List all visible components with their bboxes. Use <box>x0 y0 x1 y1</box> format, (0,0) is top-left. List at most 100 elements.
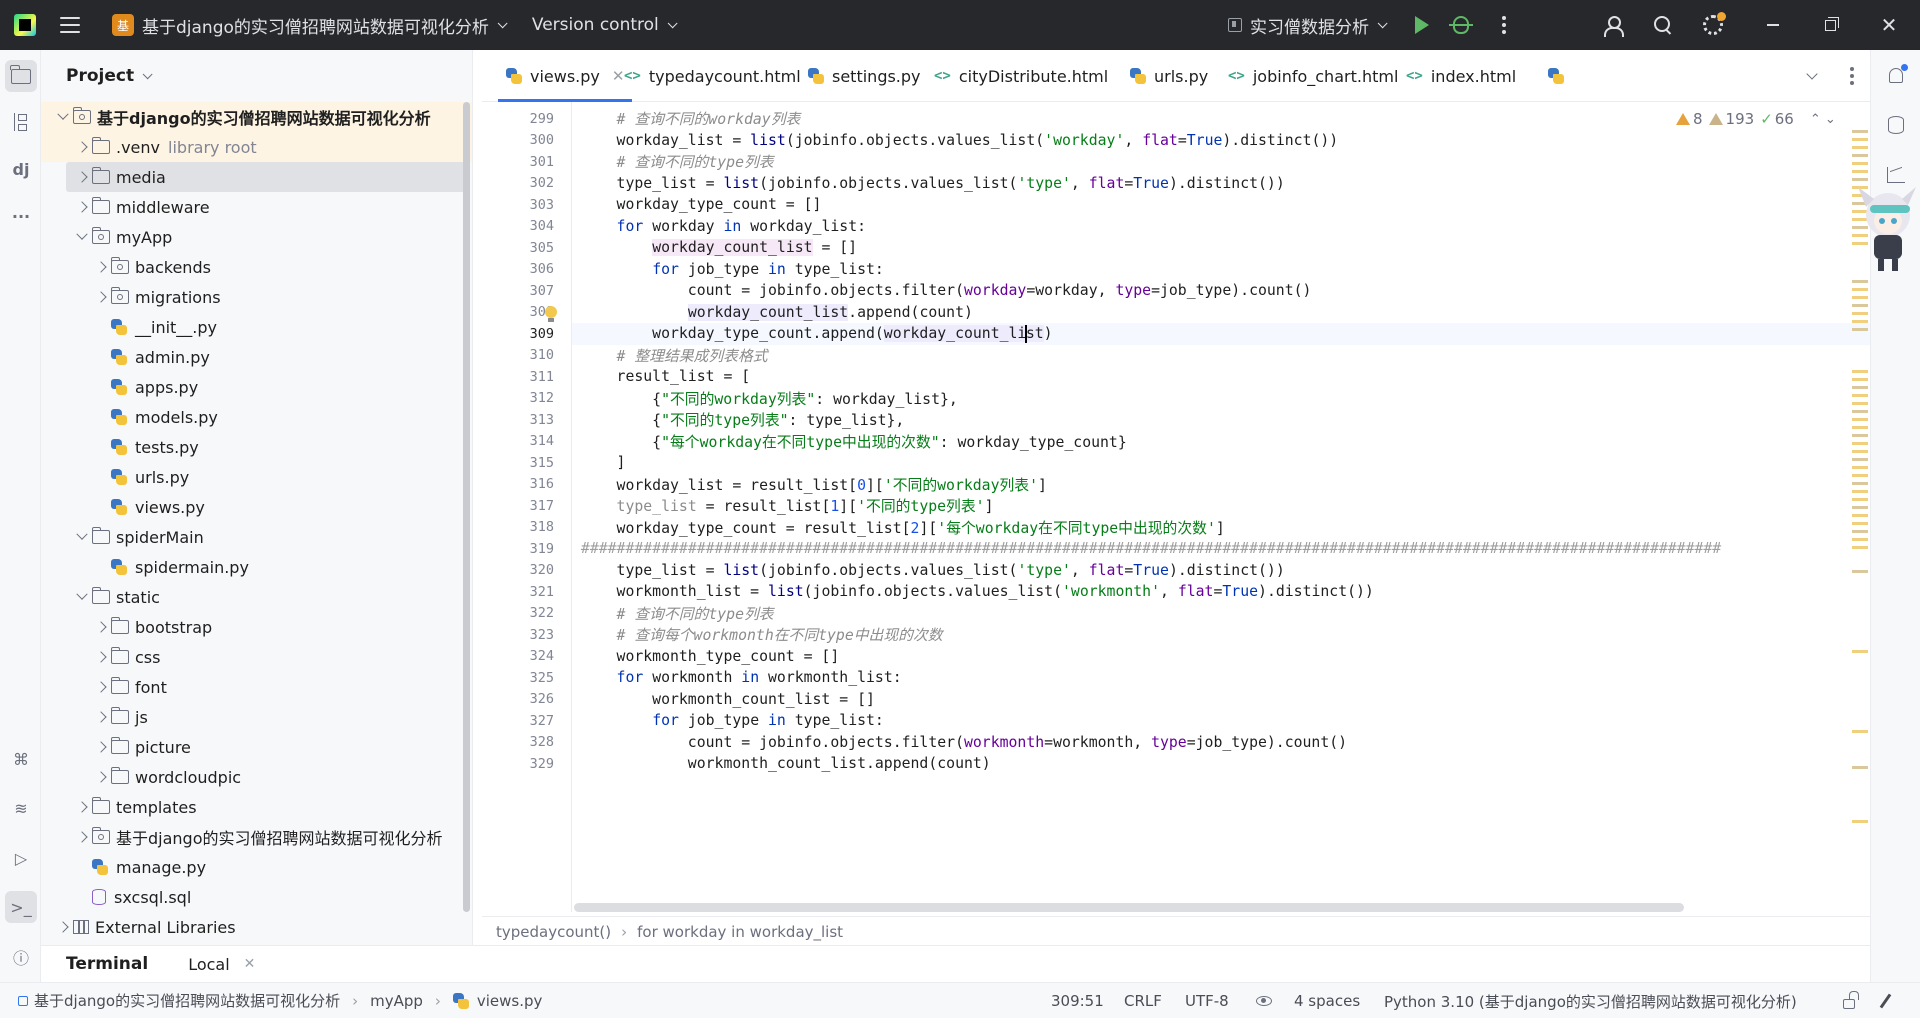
tab-options-button[interactable] <box>1842 66 1862 86</box>
error-stripe-mark[interactable] <box>1852 162 1868 165</box>
file-encoding[interactable]: UTF-8 <box>1185 983 1229 1018</box>
debug-button[interactable] <box>1449 13 1473 37</box>
code-line[interactable]: 306 for job_type in type_list: <box>530 259 1870 281</box>
status-path-folder[interactable]: myApp <box>370 992 423 1010</box>
edit-mode-toggle[interactable] <box>1879 983 1892 1018</box>
error-stripe-mark[interactable] <box>1852 450 1868 453</box>
navigate-problems-icon[interactable]: ⌃ ⌄ <box>1810 112 1836 127</box>
tree-item[interactable]: font <box>41 672 472 702</box>
error-stripe-mark[interactable] <box>1852 304 1868 307</box>
search-button[interactable] <box>1651 13 1675 37</box>
code-line[interactable]: 304 for workday in workday_list: <box>530 216 1870 238</box>
horizontal-scrollbar[interactable] <box>574 903 1684 912</box>
code-line[interactable]: 313 {"不同的type列表": type_list}, <box>530 409 1870 431</box>
error-stripe-mark[interactable] <box>1852 506 1868 509</box>
code-line[interactable]: 301 # 查询不同的type列表 <box>530 151 1870 173</box>
run-config-selector[interactable]: 实习僧数据分析 <box>1228 9 1388 41</box>
warnings-count[interactable]: 8 <box>1676 110 1703 128</box>
error-stripe-mark[interactable] <box>1852 474 1868 477</box>
error-stripe-mark[interactable] <box>1852 312 1868 315</box>
tree-item[interactable]: media <box>66 162 468 192</box>
error-stripe-mark[interactable] <box>1852 146 1868 149</box>
chevron-right-icon[interactable] <box>53 917 73 937</box>
code-line[interactable]: 308 workday_count_list.append(count) <box>530 302 1870 324</box>
caret-position[interactable]: 309:51 <box>1051 983 1104 1018</box>
tree-item[interactable]: spidermain.py <box>41 552 472 582</box>
tab-settings-py[interactable]: settings.py <box>800 50 929 102</box>
tab-index-html[interactable]: <> index.html <box>1398 50 1524 102</box>
error-stripe-mark[interactable] <box>1852 498 1868 501</box>
error-stripe-mark[interactable] <box>1852 482 1868 485</box>
services-button[interactable]: ▷ <box>5 842 37 874</box>
breadcrumb-function[interactable]: typedaycount() <box>496 923 611 941</box>
tree-item[interactable]: wordcloudpic <box>41 762 472 792</box>
tab-jobinfo-chart-html[interactable]: <> jobinfo_chart.html <box>1220 50 1406 102</box>
project-panel-header[interactable]: Project <box>41 50 472 102</box>
tree-item[interactable]: css <box>41 642 472 672</box>
line-separator[interactable]: CRLF <box>1124 983 1162 1018</box>
tree-item[interactable]: static <box>41 582 472 612</box>
code-line[interactable]: 318 workday_type_count = result_list[2][… <box>530 517 1870 539</box>
tree-item[interactable]: backends <box>41 252 472 282</box>
error-stripe-mark[interactable] <box>1852 410 1868 413</box>
code-line[interactable]: 327 for job_type in type_list: <box>530 710 1870 732</box>
chevron-down-icon[interactable] <box>72 587 92 607</box>
python-console-button[interactable]: ⌘ <box>5 743 37 775</box>
project-tool-button[interactable] <box>5 60 37 92</box>
code-line[interactable]: 311 result_list = [ <box>530 366 1870 388</box>
chevron-right-icon[interactable] <box>72 827 92 847</box>
tree-item[interactable]: admin.py <box>41 342 472 372</box>
chevron-right-icon[interactable] <box>91 647 111 667</box>
code-line[interactable]: 325 for workmonth in workmonth_list: <box>530 667 1870 689</box>
settings-button[interactable] <box>1701 12 1726 37</box>
tree-item[interactable]: models.py <box>41 402 472 432</box>
error-stripe-mark[interactable] <box>1852 570 1868 573</box>
code-editor[interactable]: 299 # 查询不同的workday列表 300 workday_list = l… <box>482 102 1870 912</box>
structure-tool-button[interactable] <box>5 106 37 138</box>
code-line[interactable]: 310 # 整理结果成列表格式 <box>530 345 1870 367</box>
chevron-right-icon[interactable] <box>72 137 92 157</box>
error-stripe-mark[interactable] <box>1852 490 1868 493</box>
tree-item[interactable]: urls.py <box>41 462 472 492</box>
tree-item[interactable]: views.py <box>41 492 472 522</box>
chevron-right-icon[interactable] <box>91 737 111 757</box>
tree-item[interactable]: External Libraries <box>41 912 472 942</box>
error-stripe-mark[interactable] <box>1852 320 1868 323</box>
run-button[interactable] <box>1410 13 1434 37</box>
error-stripe-mark[interactable] <box>1852 820 1868 823</box>
terminal-title[interactable]: Terminal <box>66 954 148 974</box>
error-stripe-mark[interactable] <box>1852 138 1868 141</box>
tree-item[interactable]: spiderMain <box>41 522 472 552</box>
code-line[interactable]: 326 workmonth_count_list = [] <box>530 689 1870 711</box>
error-stripe-mark[interactable] <box>1852 418 1868 421</box>
code-line[interactable]: 300 workday_list = list(jobinfo.objects.… <box>530 130 1870 152</box>
readonly-toggle[interactable] <box>1256 983 1272 1018</box>
error-stripe-mark[interactable] <box>1852 178 1868 181</box>
error-stripe-mark[interactable] <box>1852 328 1868 331</box>
error-stripe-mark[interactable] <box>1852 730 1868 733</box>
more-tools-button[interactable]: ··· <box>5 200 37 232</box>
tree-item[interactable]: sxcsql.sql <box>41 882 472 912</box>
tree-item[interactable]: picture <box>41 732 472 762</box>
status-path-file[interactable]: views.py <box>477 992 543 1010</box>
code-line[interactable]: 312 {"不同的workday列表": workday_list}, <box>530 388 1870 410</box>
project-switcher[interactable]: 基 基于django的实习僧招聘网站数据可视化分析 <box>106 9 510 41</box>
code-line[interactable]: 328 count = jobinfo.objects.filter(workm… <box>530 732 1870 754</box>
code-line[interactable]: 319 ####################################… <box>530 538 1870 560</box>
tree-item[interactable]: migrations <box>41 282 472 312</box>
code-line[interactable]: 314 {"每个workday在不同type中出现的次数": workday_t… <box>530 431 1870 453</box>
chevron-down-icon[interactable] <box>72 527 92 547</box>
code-line[interactable]: 317 type_list = result_list[1]['不同的type列… <box>530 495 1870 517</box>
restore-button[interactable] <box>1807 0 1853 50</box>
error-stripe-mark[interactable] <box>1852 434 1868 437</box>
problems-tool-button[interactable]: ⓘ <box>5 941 37 973</box>
pycharm-logo-icon[interactable] <box>14 14 36 36</box>
python-interpreter[interactable]: Python 3.10 (基于django的实习僧招聘网站数据可视化分析) <box>1384 983 1797 1018</box>
inspection-widget[interactable]: 8 193 ✓ 66 ⌃ ⌄ <box>1676 108 1836 130</box>
error-stripe-mark[interactable] <box>1852 370 1868 373</box>
code-line[interactable]: 303 workday_type_count = [] <box>530 194 1870 216</box>
weak-warnings-count[interactable]: 193 <box>1708 110 1754 128</box>
chevron-right-icon[interactable] <box>91 677 111 697</box>
error-stripe-mark[interactable] <box>1852 538 1868 541</box>
lightbulb-icon[interactable] <box>544 305 558 323</box>
